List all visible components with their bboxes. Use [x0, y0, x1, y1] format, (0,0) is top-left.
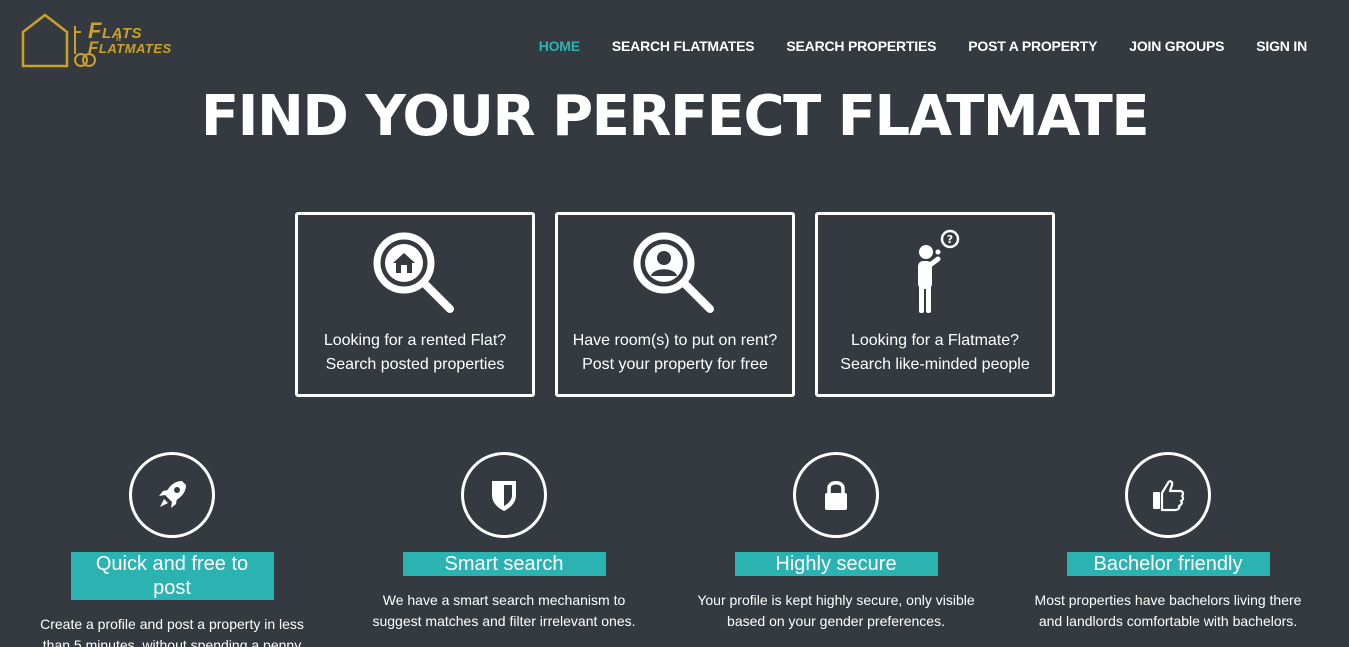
feature-description: We have a smart search mechanism to sugg… — [372, 592, 636, 629]
nav-home[interactable]: HOME — [539, 38, 580, 54]
feature-description: Your profile is kept highly secure, only… — [697, 592, 975, 629]
card-line-1: Looking for a Flatmate? — [850, 332, 1020, 349]
card-search-properties[interactable]: Looking for a rented Flat? Search posted… — [295, 212, 535, 397]
card-line-1: Have room(s) to put on rent? — [572, 332, 778, 349]
feature-icon-circle — [461, 452, 547, 538]
feature-icon-circle — [129, 452, 215, 538]
nav-search-flatmates[interactable]: SEARCH FLATMATES — [612, 38, 755, 54]
rocket-icon — [159, 481, 186, 508]
card-line-2: Search posted properties — [325, 356, 505, 373]
svg-text:?: ? — [947, 233, 953, 246]
logo-word-flatmates: FLATMATES — [88, 38, 172, 57]
shield-icon — [492, 481, 516, 511]
thinking-person-icon: ? — [918, 229, 960, 313]
nav-join-groups[interactable]: JOIN GROUPS — [1129, 38, 1224, 54]
card-line-1: Looking for a rented Flat? — [323, 332, 507, 349]
site-logo[interactable]: FLATS n FLATMATES — [20, 12, 171, 70]
feature-icon-circle — [793, 452, 879, 538]
house-search-icon — [373, 232, 454, 313]
option-cards: Looking for a rented Flat? Search posted… — [295, 212, 1055, 397]
feature-smart-search: Smart search We have a smart search mech… — [354, 452, 654, 632]
card-search-flatmates[interactable]: ? Looking for a Flatmate? Search like-mi… — [815, 212, 1055, 397]
lock-icon — [825, 481, 847, 510]
feature-label: Bachelor friendly — [1066, 552, 1270, 576]
card-post-property[interactable]: Have room(s) to put on rent? Post your p… — [555, 212, 795, 397]
feature-highly-secure: Highly secure Your profile is kept highl… — [686, 452, 986, 632]
feature-quick-free: Quick and free to post Create a profile … — [22, 452, 322, 647]
nav-search-properties[interactable]: SEARCH PROPERTIES — [786, 38, 936, 54]
nav-post-property[interactable]: POST A PROPERTY — [968, 38, 1097, 54]
card-line-2: Search like-minded people — [840, 356, 1030, 373]
person-search-icon — [633, 232, 714, 313]
main-nav: HOME SEARCH FLATMATES SEARCH PROPERTIES … — [539, 38, 1308, 54]
nav-sign-in[interactable]: SIGN IN — [1256, 38, 1307, 54]
feature-description: Create a profile and post a property in … — [40, 616, 304, 647]
hero-title: FIND YOUR PERFECT FLATMATE — [200, 84, 1150, 149]
card-line-2: Post your property for free — [582, 356, 768, 373]
feature-label: Smart search — [402, 552, 606, 576]
feature-icon-circle — [1125, 452, 1211, 538]
feature-label: Quick and free to post — [70, 552, 274, 600]
feature-label: Highly secure — [734, 552, 938, 576]
feature-description: Most properties have bachelors living th… — [1034, 592, 1302, 629]
feature-bachelor-friendly: Bachelor friendly Most properties have b… — [1018, 452, 1318, 632]
thumbs-up-icon — [1153, 480, 1185, 512]
